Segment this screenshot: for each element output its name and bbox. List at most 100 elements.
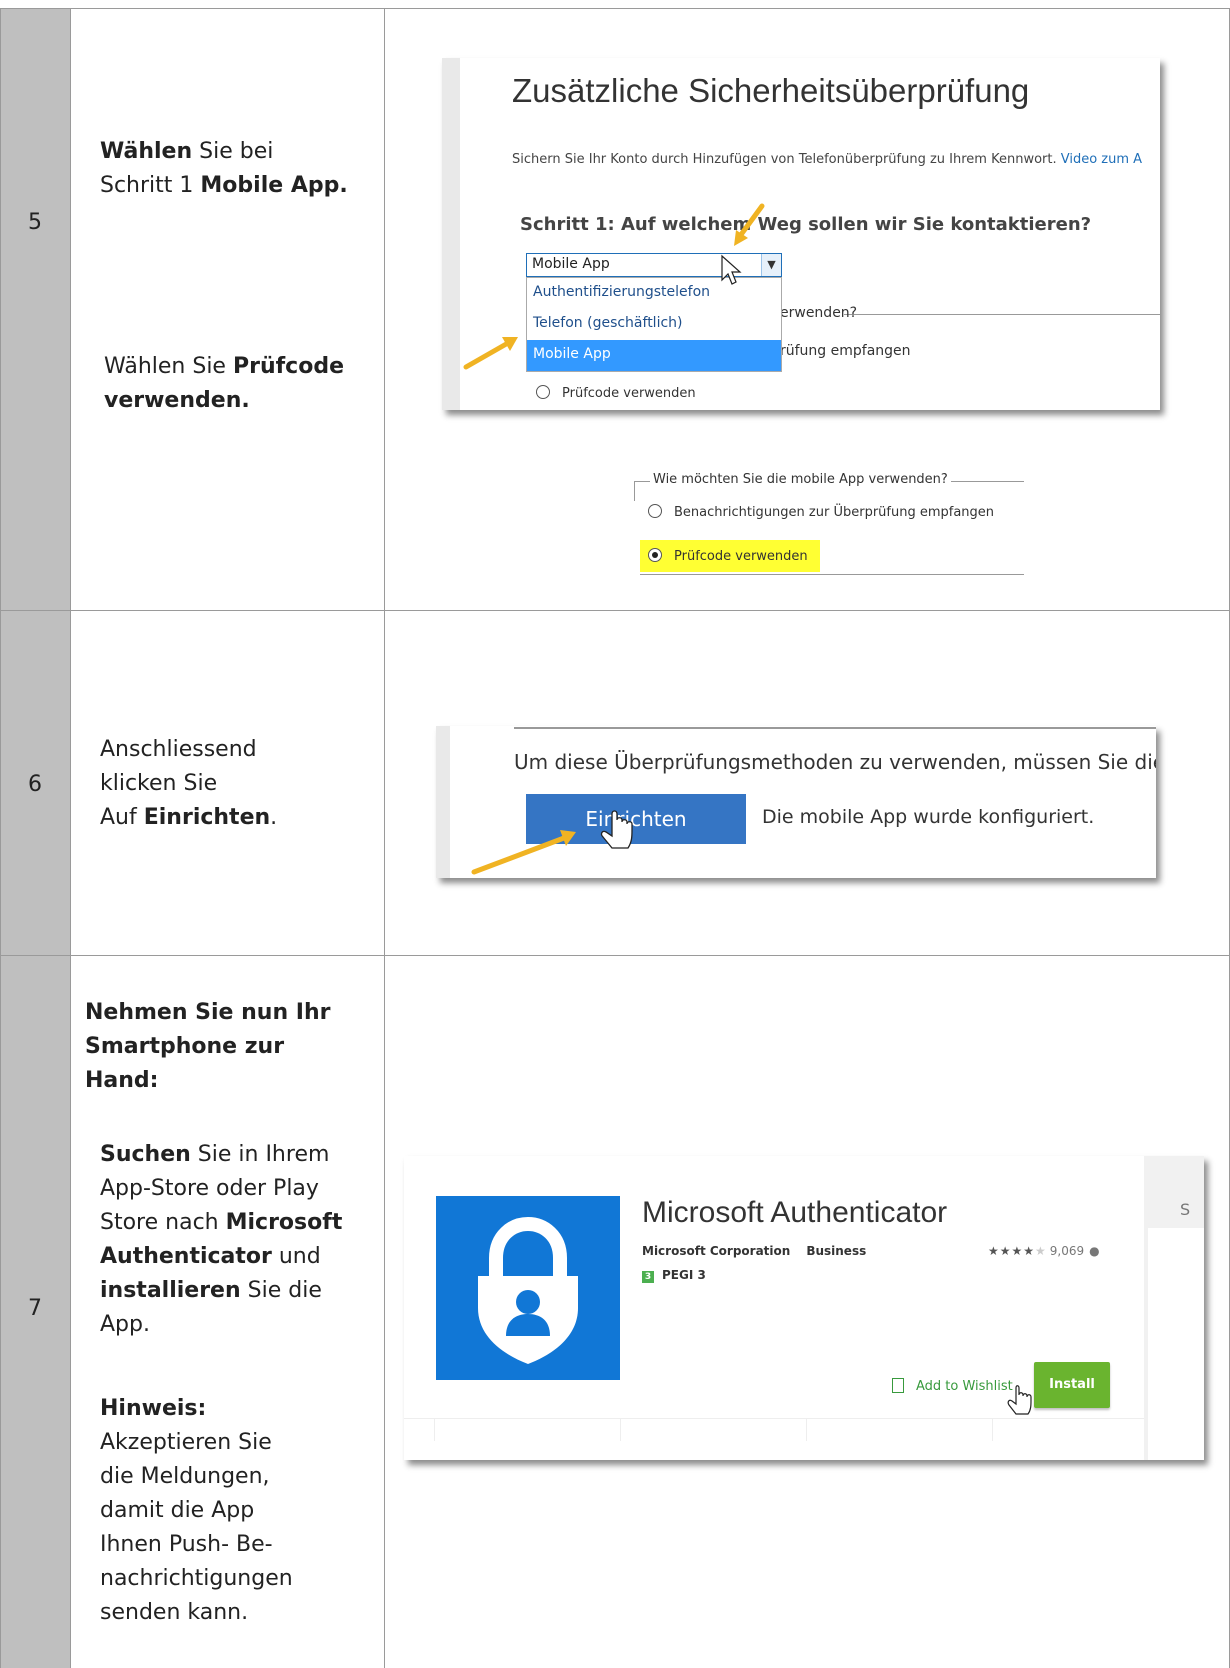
text: Wählen Sie [104,354,233,379]
screenshot-play-store: S Microsoft Authenticator Microsoft Corp… [404,1156,1204,1460]
text: Ihnen Push- Be- [100,1532,273,1557]
text: damit die App [100,1498,255,1523]
verification-subtitle: Sichern Sie Ihr Konto durch Hinzufügen v… [512,152,1142,167]
app-rating: ★★★★★ 9,069 ● [988,1244,1100,1258]
wishlist-label: Add to Wishlist [916,1379,1013,1394]
person-head [516,1290,540,1314]
row-divider-5-6 [0,610,1230,611]
category-link[interactable]: Business [806,1244,866,1258]
developer-link[interactable]: Microsoft Corporation [642,1244,790,1258]
note-title: Hinweis: [100,1396,207,1421]
radio-label: Prüfcode verwenden [562,386,696,401]
text-bold: Smartphone zur [85,1034,285,1059]
text: die Meldungen, [100,1464,270,1489]
rating-count: 9,069 [1049,1244,1085,1258]
fieldset-line [844,314,1160,315]
divider-tick [434,1419,435,1441]
arrow-icon [463,337,518,370]
column-divider-1 [70,8,71,1668]
fieldset-border-bottom [640,574,1024,575]
step7-search-instruction: Suchen Sie in Ihrem App-Store oder Play … [100,1138,342,1342]
text: Akzeptieren Sie [100,1430,272,1455]
divider-tick [806,1419,807,1441]
divider [514,727,1156,729]
hand-cursor [1007,1385,1032,1415]
pegi-badge-icon: 3 [642,1271,654,1283]
side-card [1148,1228,1204,1460]
mouse-cursor [721,254,742,285]
divider-tick [992,1419,993,1441]
hand-cursor-icon [471,810,633,875]
video-link[interactable]: Video zum A [1061,152,1142,167]
text-bold: Wählen [100,139,193,164]
radio-icon[interactable] [536,385,550,399]
text: nachrichtigungen [100,1566,293,1591]
lock-shield-icon [478,1216,578,1364]
cursor-pointer-icon [721,203,765,285]
text-bold: Microsoft [225,1210,343,1235]
text: Sie die [240,1278,322,1303]
table-border-top [0,8,1230,9]
star-icons: ★★★★ [988,1244,1036,1258]
arrow-line [463,340,511,370]
divider-tick [620,1419,621,1441]
screenshot-app-usage-fieldset: Wie möchten Sie die mobile App verwenden… [626,462,1026,580]
pegi-rating: 3 PEGI 3 [642,1268,706,1283]
setup-status: Die mobile App wurde konfiguriert. [762,806,1095,828]
app-name: Microsoft Authenticator [642,1196,948,1229]
text: App. [100,1312,150,1337]
step6-instruction: Anschliessend klicken Sie Auf Einrichten… [100,733,277,835]
step-number-6: 6 [28,772,42,797]
text-bold: Hand: [85,1068,159,1093]
text: Store nach [100,1210,226,1235]
radio-use-code[interactable]: Prüfcode verwenden [536,385,696,401]
step-number-5: 5 [28,210,42,235]
radio-label: Benachrichtigungen zur Überprüfung empfa… [674,505,995,520]
text-bold: verwenden. [104,388,250,413]
divider [404,1418,1144,1419]
shackle [489,1216,567,1280]
app-detail-card: Microsoft Authenticator Microsoft Corpor… [404,1156,1144,1460]
text: Schritt 1 [100,173,201,198]
install-button[interactable]: Install [1034,1362,1110,1408]
text-bold: Prüfcode [232,354,344,379]
radio-label: Prüfcode verwenden [674,549,808,564]
text-bold: Einrichten [143,805,271,830]
fieldset-border-left [634,481,635,501]
step-number-7: 7 [28,1296,42,1321]
step7-intro: Nehmen Sie nun Ihr Smartphone zur Hand: [85,996,330,1098]
app-publisher: Microsoft Corporation Business [642,1244,882,1258]
verification-title: Zusätzliche Sicherheitsüberprüfung [512,72,1030,109]
authenticator-app-icon [436,1196,620,1380]
arrow-line [471,835,567,875]
text: . [270,805,278,830]
fieldset-legend: Wie möchten Sie die mobile App verwenden… [650,472,951,487]
column-divider-2 [384,8,385,1668]
bookmark-plus-icon [892,1378,904,1393]
text-bold: Nehmen Sie nun Ihr [85,1000,331,1025]
screenshot-setup: Um diese Überprüfungsmethoden zu verwend… [436,726,1156,878]
partial-option-text: rüfung empfangen [780,343,911,359]
pegi-label: PEGI 3 [662,1268,706,1282]
text: Auf [100,805,144,830]
setup-description: Um diese Überprüfungsmethoden zu verwend… [514,750,1156,774]
text-bold: Mobile App. [200,173,348,198]
text-bold: Authenticator [100,1244,272,1269]
text-bold: Suchen [100,1142,191,1167]
radio-selected-icon[interactable] [648,548,662,562]
radio-icon[interactable] [648,504,662,518]
radio-use-verification-code[interactable]: Prüfcode verwenden [640,540,820,572]
text-bold: installieren [100,1278,241,1303]
text: Sichern Sie Ihr Konto durch Hinzufügen v… [512,152,1061,167]
step5-instruction-b: Wählen Sie Prüfcode verwenden. [104,350,344,418]
screenshot-security-verification: Zusätzliche Sicherheitsüberprüfung Siche… [442,58,1160,410]
row-divider-6-7 [0,955,1230,956]
text: App-Store oder Play [100,1176,319,1201]
select-value: Mobile App [532,256,610,272]
add-to-wishlist-button[interactable]: Add to Wishlist [892,1378,1013,1394]
arrow-line [737,203,765,239]
option-mobile-app[interactable]: Mobile App [527,340,781,371]
step1-heading: Schritt 1: Auf welchem Weg sollen wir Si… [520,214,1092,235]
partial-text: S [1180,1200,1191,1219]
radio-receive-notifications[interactable]: Benachrichtigungen zur Überprüfung empfa… [648,504,994,520]
